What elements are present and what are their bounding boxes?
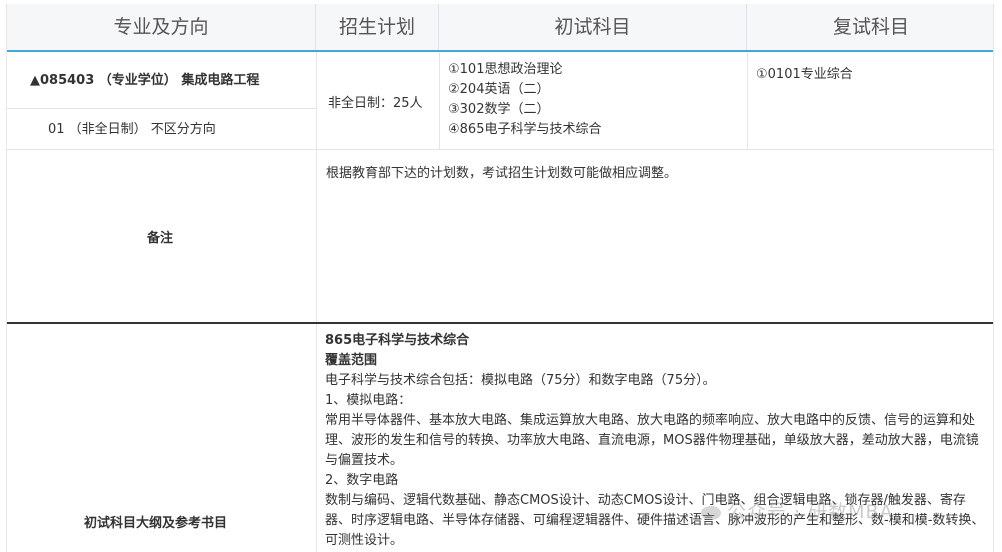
admission-table: 专业及方向 招生计划 初试科目 复试科目 ▲085403 （专业学位） 集成电路… bbox=[6, 4, 994, 552]
header-plan: 招生计划 bbox=[316, 4, 439, 50]
syllabus-label: 初试科目大纲及参考书目 bbox=[84, 516, 228, 531]
notes-label: 备注 bbox=[147, 231, 174, 246]
exam-item: ③302数学（二） bbox=[448, 102, 550, 117]
divider bbox=[316, 52, 317, 552]
analog-text: 常用半导体器件、基本放大电路、集成运算放大电路、放大电路的频率响应、放大电路中的… bbox=[325, 413, 979, 468]
exam-item: ②204英语（二） bbox=[448, 82, 550, 97]
header-major: 专业及方向 bbox=[7, 4, 316, 50]
exam-item: ④865电子科学与技术综合 bbox=[448, 122, 602, 137]
initial-exam-list: ①101思想政治理论 ②204英语（二） ③302数学（二） ④865电子科学与… bbox=[448, 60, 601, 140]
divider bbox=[747, 52, 748, 150]
scope-heading: 覆盖范围 bbox=[325, 353, 378, 368]
divider bbox=[7, 108, 316, 109]
header-initial-exam: 初试科目 bbox=[439, 4, 747, 50]
divider bbox=[439, 52, 440, 150]
wechat-icon bbox=[701, 505, 721, 520]
watermark: 公众号 · 研数MBA bbox=[701, 497, 894, 524]
divider bbox=[7, 149, 993, 150]
course-title: 865电子科学与技术综合 bbox=[325, 333, 470, 348]
exam-item: ①101思想政治理论 bbox=[448, 62, 563, 77]
digital-heading: 2、数字电路 bbox=[325, 473, 399, 488]
notes-text: 根据教育部下达的计划数，考试招生计划数可能做相应调整。 bbox=[326, 166, 678, 181]
table-header: 专业及方向 招生计划 初试科目 复试科目 bbox=[7, 4, 993, 52]
header-retest: 复试科目 bbox=[832, 16, 909, 38]
section-divider bbox=[7, 322, 993, 324]
analog-heading: 1、模拟电路： bbox=[325, 393, 412, 408]
scope-intro: 电子科学与技术综合包括：模拟电路（75分）和数字电路（75分）。 bbox=[325, 373, 716, 388]
program-direction: 01 （非全日制） 不区分方向 bbox=[48, 122, 216, 137]
enrollment-plan: 非全日制：25人 bbox=[328, 96, 423, 111]
retest-subject: ①0101专业综合 bbox=[756, 67, 853, 82]
program-title: ▲085403 （专业学位） 集成电路工程 bbox=[30, 73, 260, 88]
